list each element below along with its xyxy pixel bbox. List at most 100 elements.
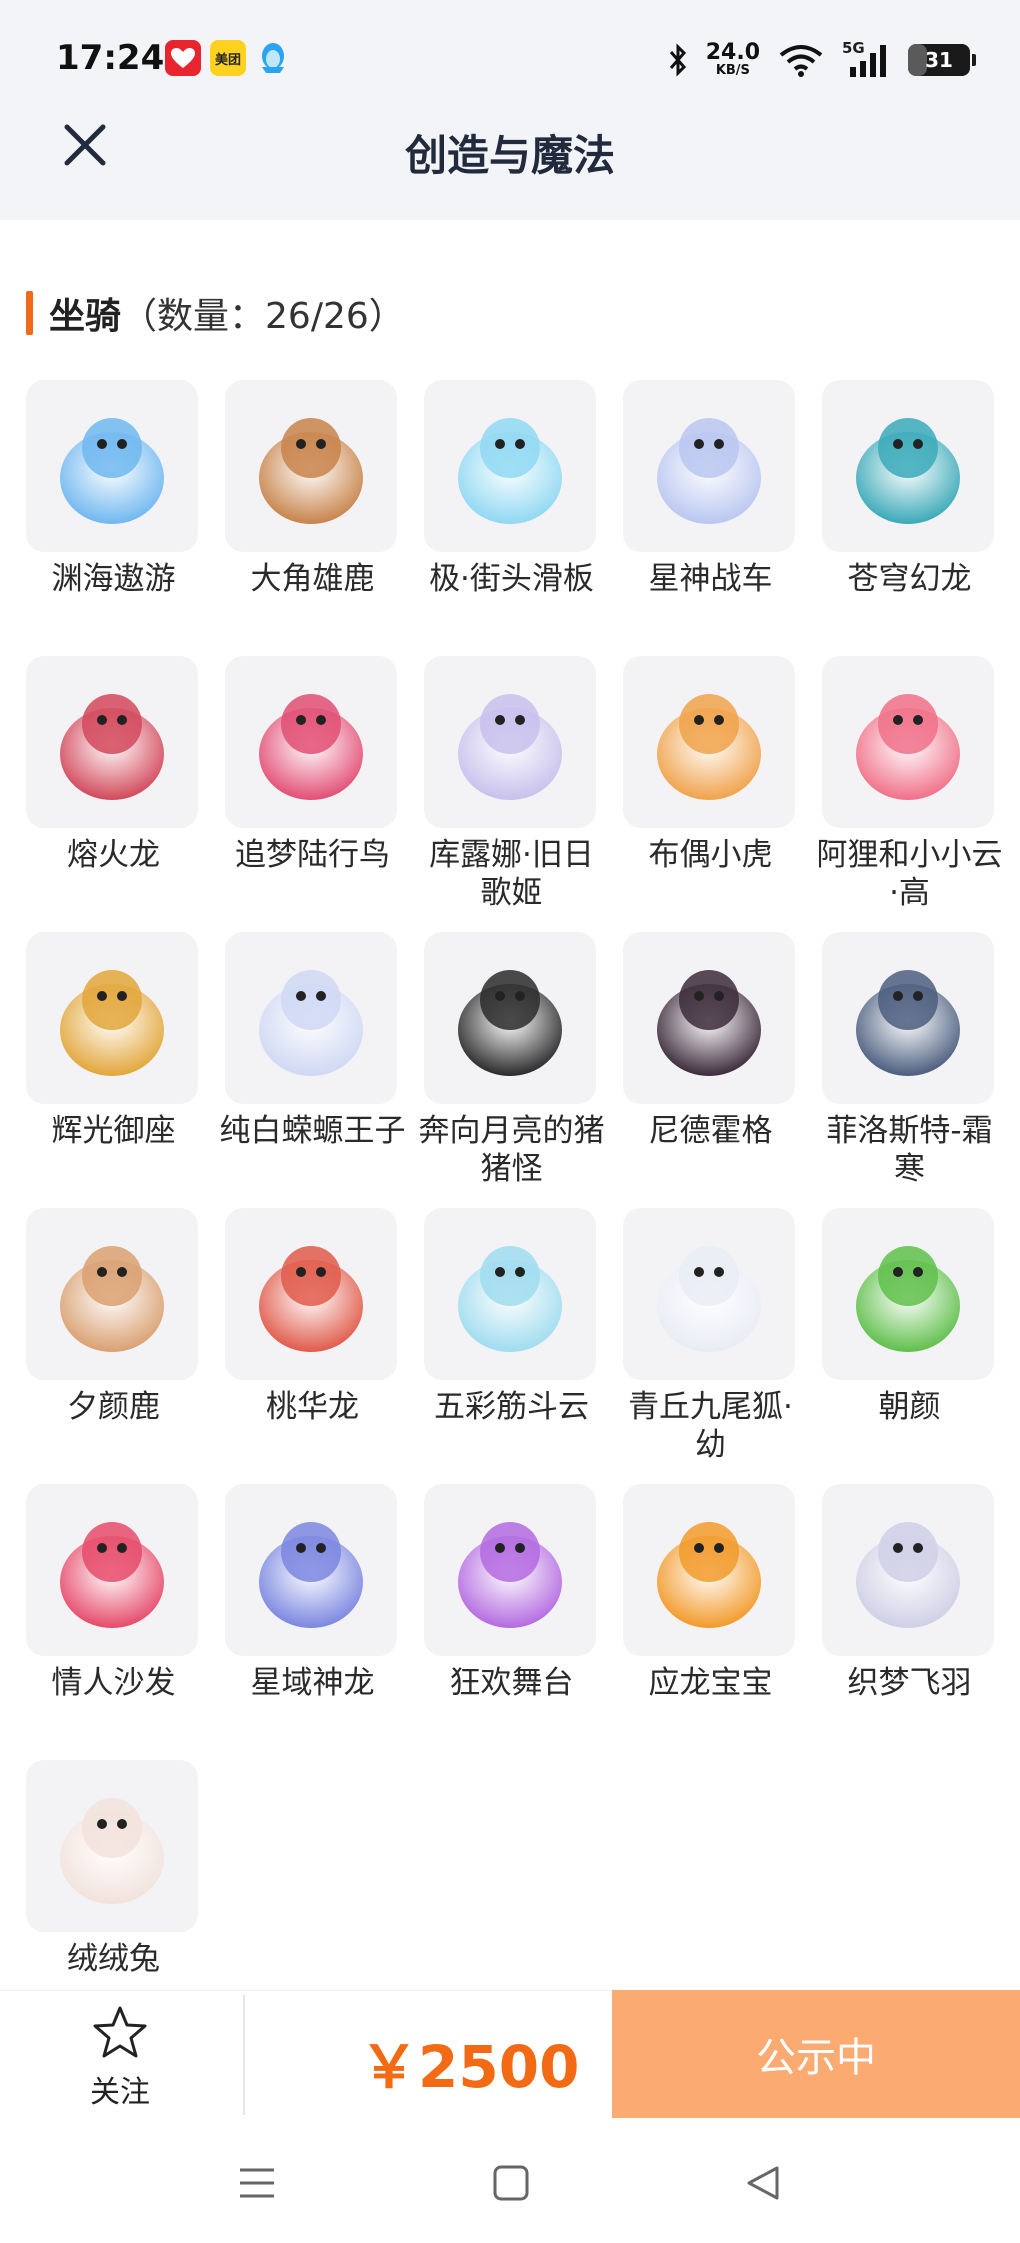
mount-item[interactable]: 菲洛斯特-霜寒 (822, 932, 997, 1188)
nine-tail-fox-icon (623, 1208, 795, 1380)
antlered-deer-icon (225, 380, 397, 552)
mount-item[interactable]: 渊海遨游 (26, 380, 201, 598)
status-time: 17:24 (56, 38, 165, 78)
menu-icon (240, 2168, 274, 2198)
section-count: （数量：26/26） (121, 296, 405, 337)
qq-penguin-icon (255, 40, 291, 76)
mount-name: 熔火龙 (67, 837, 160, 873)
section-accent-bar (26, 291, 33, 335)
mount-item[interactable]: 星域神龙 (225, 1484, 400, 1702)
mount-name: 追梦陆行鸟 (235, 837, 390, 873)
price: ￥2500 (360, 2033, 580, 2101)
cellular-5g-icon: 5G (842, 39, 890, 79)
mount-item[interactable]: 夕颜鹿 (26, 1208, 201, 1426)
mount-name: 夕颜鹿 (67, 1389, 160, 1425)
mount-item[interactable]: 绒绒兔 (26, 1760, 201, 1978)
mount-name: 星神战车 (648, 561, 773, 597)
mount-item[interactable]: 青丘九尾狐·幼 (623, 1208, 798, 1464)
mount-name: 库露娜·旧日歌姬 (429, 837, 594, 911)
battery-level: 31 (925, 48, 953, 72)
mount-name: 青丘九尾狐·幼 (628, 1389, 793, 1463)
mount-name: 五彩筋斗云 (434, 1389, 589, 1425)
home-icon (493, 2165, 529, 2201)
mount-item[interactable]: 辉光御座 (26, 932, 201, 1150)
battery-icon: 31 (908, 44, 976, 76)
mount-name: 织梦飞羽 (847, 1665, 972, 1701)
follow-button[interactable]: 关注 (70, 2005, 170, 2111)
star-icon (93, 2006, 147, 2058)
fluffy-rabbit-icon (26, 1760, 198, 1932)
frost-dragon-icon (822, 932, 994, 1104)
dream-feather-icon (822, 1484, 994, 1656)
somersault-cloud-icon (424, 1208, 596, 1380)
mount-item[interactable]: 熔火龙 (26, 656, 201, 874)
mount-item[interactable]: 五彩筋斗云 (424, 1208, 599, 1426)
mount-name: 应龙宝宝 (648, 1665, 773, 1701)
mount-name: 大角雄鹿 (250, 561, 375, 597)
follow-label: 关注 (90, 2075, 150, 2110)
radiant-throne-icon (26, 932, 198, 1104)
star-realm-dragon-icon (225, 1484, 397, 1656)
sky-dragon-icon (822, 380, 994, 552)
mount-item[interactable]: 追梦陆行鸟 (225, 656, 400, 874)
mount-name: 绒绒兔 (67, 1941, 160, 1977)
status-button[interactable]: 公示中 (612, 1990, 1020, 2118)
mount-item[interactable]: 桃华龙 (225, 1208, 400, 1426)
mount-item[interactable]: 纯白蝾螈王子 (220, 932, 406, 1150)
ali-cloud-icon (822, 656, 994, 828)
peach-dragon-icon (225, 1208, 397, 1380)
mount-item[interactable]: 应龙宝宝 (623, 1484, 798, 1702)
status-indicators: 24.0 KB/S 5G 31 (668, 38, 976, 82)
mount-name: 尼德霍格 (648, 1113, 773, 1149)
nav-home-button[interactable] (486, 2158, 536, 2208)
footer-divider (243, 1995, 245, 2115)
nav-back-button[interactable] (738, 2158, 788, 2208)
page-title: 创造与魔法 (404, 131, 615, 180)
mount-item[interactable]: 星神战车 (623, 380, 798, 598)
mount-item[interactable]: 尼德霍格 (623, 932, 798, 1150)
mount-item[interactable]: 情人沙发 (26, 1484, 201, 1702)
section-title: 坐骑 (49, 296, 122, 337)
mount-item[interactable]: 布偶小虎 (623, 656, 798, 874)
network-speed: 24.0 KB/S (706, 42, 760, 78)
mount-name: 奔向月亮的猪猪怪 (418, 1113, 605, 1187)
mount-item[interactable]: 苍穹幻龙 (822, 380, 997, 598)
mount-name: 情人沙发 (51, 1665, 176, 1701)
moon-pig-icon (424, 932, 596, 1104)
mount-name: 菲洛斯特-霜寒 (826, 1113, 993, 1187)
dream-bird-icon (225, 656, 397, 828)
mount-item[interactable]: 朝颜 (822, 1208, 997, 1426)
mount-item[interactable]: 库露娜·旧日歌姬 (424, 656, 599, 912)
mount-name: 朝颜 (878, 1389, 941, 1425)
mount-name: 纯白蝾螈王子 (219, 1113, 406, 1149)
mount-name: 极·街头滑板 (429, 561, 594, 597)
baby-yinglong-icon (623, 1484, 795, 1656)
doll-tiger-icon (623, 656, 795, 828)
mount-item[interactable]: 极·街头滑板 (424, 380, 599, 598)
mount-name: 辉光御座 (51, 1113, 176, 1149)
mount-item[interactable]: 织梦飞羽 (822, 1484, 997, 1702)
mount-item[interactable]: 大角雄鹿 (225, 380, 400, 598)
mount-name: 桃华龙 (266, 1389, 359, 1425)
mount-item[interactable]: 阿狸和小小云·高 (817, 656, 1003, 912)
back-icon (747, 2166, 779, 2200)
mount-name: 布偶小虎 (648, 837, 773, 873)
mount-name: 阿狸和小小云·高 (816, 837, 1003, 911)
carnival-stage-icon (424, 1484, 596, 1656)
mount-item[interactable]: 狂欢舞台 (424, 1484, 599, 1702)
songstress-icon (424, 656, 596, 828)
mount-name: 渊海遨游 (51, 561, 176, 597)
lava-dragon-icon (26, 656, 198, 828)
evening-deer-icon (26, 1208, 198, 1380)
nidhogg-dragon-icon (623, 932, 795, 1104)
morning-glory-icon (822, 1208, 994, 1380)
mount-name: 苍穹幻龙 (847, 561, 972, 597)
bluetooth-icon (669, 43, 686, 77)
lover-sofa-icon (26, 1484, 198, 1656)
mount-name: 星域神龙 (250, 1665, 375, 1701)
speed-value: 24.0 (705, 40, 760, 65)
mount-item[interactable]: 奔向月亮的猪猪怪 (419, 932, 605, 1188)
star-chariot-horse-icon (623, 380, 795, 552)
nav-menu-button[interactable] (232, 2158, 282, 2208)
meituan-icon: 美团 (210, 40, 246, 76)
